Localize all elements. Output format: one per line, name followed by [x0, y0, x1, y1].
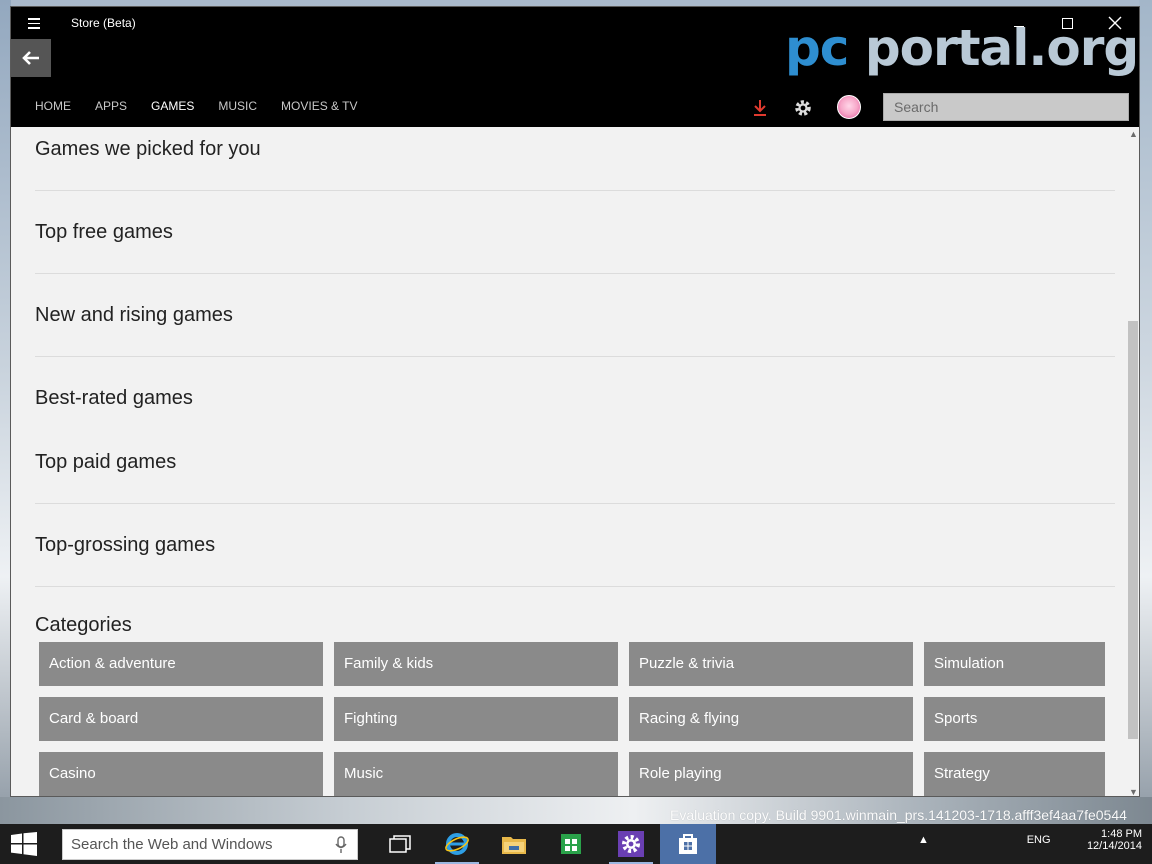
nav-games[interactable]: GAMES — [151, 99, 194, 113]
category-strategy[interactable]: Strategy — [924, 752, 1105, 796]
window-title: Store (Beta) — [71, 16, 136, 30]
section-new-rising[interactable]: New and rising games — [35, 304, 233, 327]
taskbar: Search the Web and Windows ▲ ENG 1:48 PM… — [0, 824, 1152, 864]
scrollbar-thumb[interactable] — [1128, 321, 1138, 739]
back-button[interactable] — [11, 39, 51, 77]
search-input[interactable] — [883, 93, 1129, 121]
nav-movies-tv[interactable]: MOVIES & TV — [281, 99, 357, 113]
category-fighting[interactable]: Fighting — [334, 697, 618, 741]
desktop-wallpaper-right — [1139, 0, 1152, 824]
task-view-icon[interactable] — [372, 824, 428, 864]
category-sports[interactable]: Sports — [924, 697, 1105, 741]
taskbar-search-placeholder: Search the Web and Windows — [71, 836, 273, 853]
divider — [35, 356, 1115, 357]
scroll-up-arrow-icon[interactable]: ▲ — [1129, 129, 1138, 139]
divider — [35, 503, 1115, 504]
category-simulation[interactable]: Simulation — [924, 642, 1105, 686]
category-music[interactable]: Music — [334, 752, 618, 796]
avatar[interactable] — [837, 95, 861, 119]
section-picked-for-you[interactable]: Games we picked for you — [35, 138, 261, 161]
category-casino[interactable]: Casino — [39, 752, 323, 796]
clock-time: 1:48 PM — [1101, 828, 1142, 840]
divider — [35, 586, 1115, 587]
category-card-board[interactable]: Card & board — [39, 697, 323, 741]
category-racing-flying[interactable]: Racing & flying — [629, 697, 913, 741]
arrow-left-icon — [22, 51, 39, 65]
system-tray: ▲ ENG — [918, 834, 1051, 846]
category-role-playing[interactable]: Role playing — [629, 752, 913, 796]
settings-app-icon[interactable] — [603, 824, 659, 864]
category-puzzle-trivia[interactable]: Puzzle & trivia — [629, 642, 913, 686]
scroll-down-arrow-icon[interactable]: ▼ — [1129, 787, 1138, 796]
store-beta-taskbar-icon[interactable] — [660, 824, 716, 864]
vertical-scrollbar[interactable]: ▲ ▼ — [1127, 127, 1139, 796]
file-explorer-icon[interactable] — [486, 824, 542, 864]
downloads-icon[interactable] — [749, 97, 771, 119]
taskbar-search-box[interactable]: Search the Web and Windows — [62, 829, 358, 860]
divider — [35, 190, 1115, 191]
divider — [35, 273, 1115, 274]
language-indicator[interactable]: ENG — [1027, 834, 1051, 846]
category-family-kids[interactable]: Family & kids — [334, 642, 618, 686]
hamburger-menu-icon[interactable] — [25, 15, 45, 31]
clock[interactable]: 1:48 PM 12/14/2014 — [1078, 828, 1142, 852]
top-nav: HOME APPS GAMES MUSIC MOVIES & TV — [35, 99, 382, 113]
section-top-free[interactable]: Top free games — [35, 221, 173, 244]
store-header: pc portal.org.ru HOME APPS GAMES MUSIC M… — [11, 19, 1139, 127]
section-top-grossing[interactable]: Top-grossing games — [35, 534, 215, 557]
games-content: Games we picked for you Top free games N… — [11, 127, 1127, 796]
nav-music[interactable]: MUSIC — [218, 99, 257, 113]
watermark-logo: pc portal.org.ru — [785, 19, 1139, 77]
nav-home[interactable]: HOME — [35, 99, 71, 113]
category-action-adventure[interactable]: Action & adventure — [39, 642, 323, 686]
internet-explorer-icon[interactable] — [429, 824, 485, 864]
microphone-icon[interactable] — [335, 836, 347, 854]
store-window: Store (Beta) pc portal.org.ru HOME APPS … — [10, 6, 1140, 797]
build-watermark: Evaluation copy. Build 9901.winmain_prs.… — [670, 807, 1127, 823]
store-app-icon[interactable] — [543, 824, 599, 864]
section-best-rated[interactable]: Best-rated games — [35, 387, 193, 410]
nav-apps[interactable]: APPS — [95, 99, 127, 113]
windows-start-icon[interactable] — [10, 832, 38, 856]
chevron-up-icon[interactable]: ▲ — [918, 834, 929, 846]
categories-heading: Categories — [35, 614, 132, 636]
clock-date: 12/14/2014 — [1086, 840, 1142, 852]
section-top-paid[interactable]: Top paid games — [35, 451, 176, 474]
gear-icon[interactable] — [792, 97, 814, 119]
